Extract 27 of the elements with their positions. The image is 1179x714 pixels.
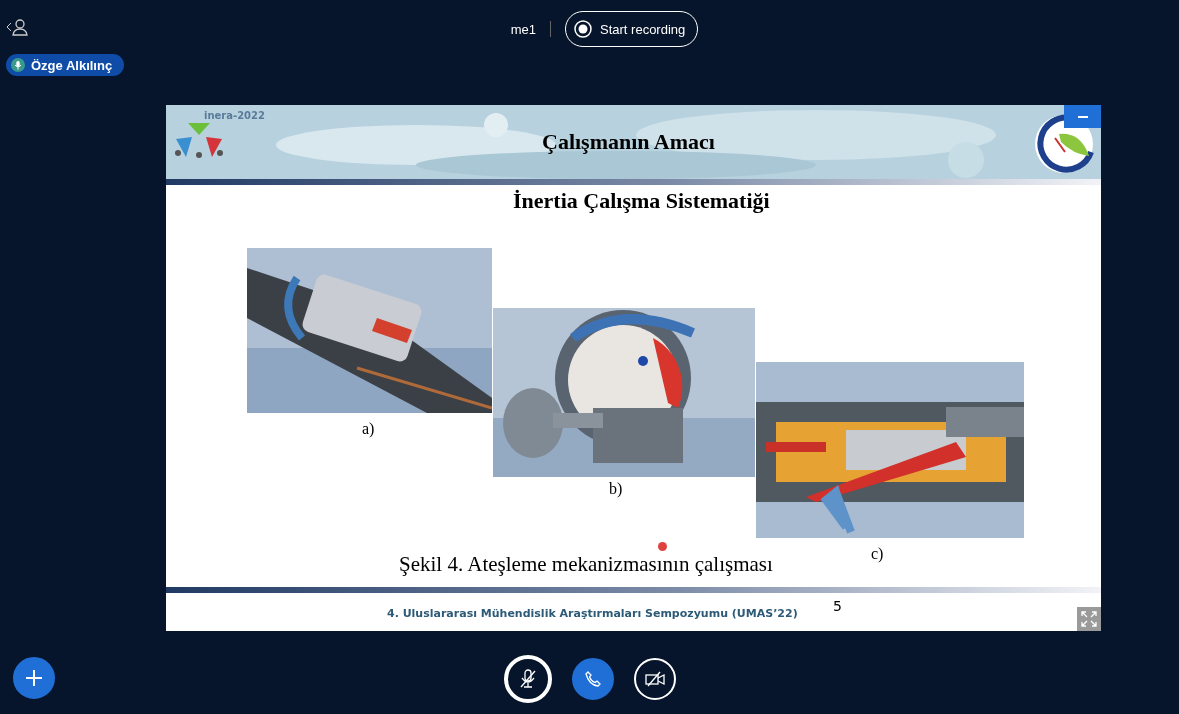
fullscreen-button[interactable] (1077, 607, 1101, 631)
phone-button[interactable] (571, 658, 614, 700)
participant-name: Özge Alkılınç (31, 57, 113, 73)
figure-label: a) (362, 420, 375, 438)
camera-off-icon (644, 671, 665, 687)
meeting-name: me1 (510, 21, 536, 37)
figure-caption: Şekil 4. Ateşleme mekanizmasının çalışması (399, 552, 773, 577)
pointer-dot (658, 542, 667, 551)
camera-button[interactable] (633, 658, 676, 700)
participants-icon[interactable] (6, 18, 28, 36)
figure-label: b) (609, 480, 623, 498)
slide-subtitle: İnertia Çalışma Sistematiği (513, 188, 770, 214)
microphone-button[interactable] (503, 655, 552, 703)
plus-icon (25, 669, 43, 687)
page-number: 5 (833, 598, 842, 614)
record-icon (574, 20, 592, 38)
minimize-icon (1077, 115, 1088, 118)
expand-icon (1081, 611, 1097, 627)
logo-text: inera-2022 (204, 110, 265, 121)
muted-microphone-icon (518, 669, 537, 689)
figure-label: c) (871, 545, 884, 563)
slide-title: Çalışmanın Amacı (542, 129, 715, 155)
microphone-icon (11, 58, 25, 72)
minimize-button[interactable] (1064, 105, 1101, 128)
slide-footer: 4. Uluslararası Mühendislik Araştırmaları Sempozyumu (UMAS’22) (387, 607, 798, 620)
add-button[interactable] (13, 657, 55, 699)
phone-icon (584, 671, 601, 687)
